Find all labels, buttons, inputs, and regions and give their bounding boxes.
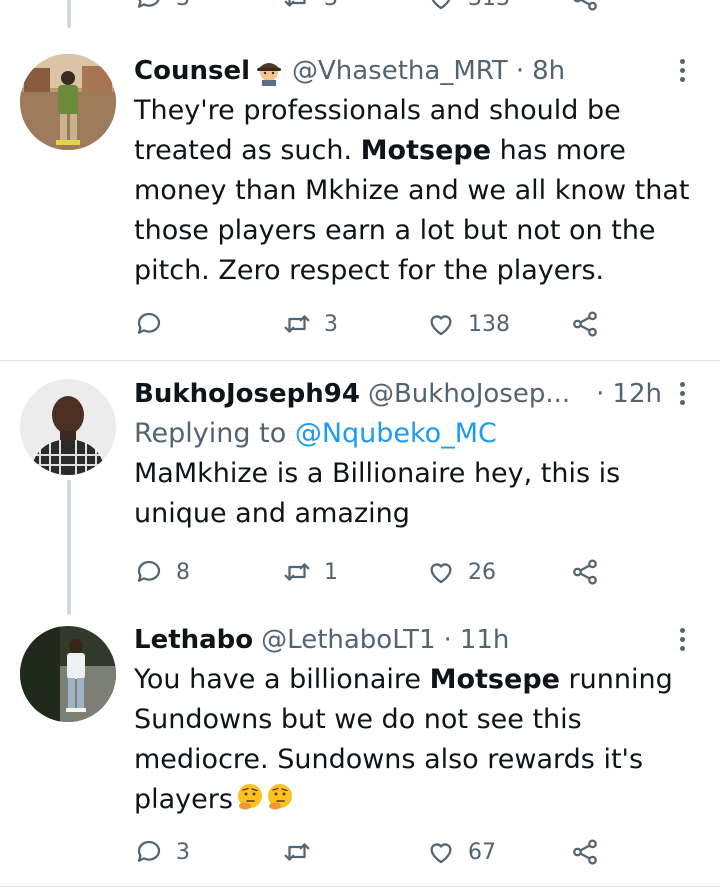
share-button[interactable] — [570, 832, 600, 872]
like-button[interactable]: 138 — [426, 304, 510, 344]
reply-count: 3 — [176, 839, 190, 865]
heart-icon — [430, 315, 452, 336]
share-button[interactable] — [570, 304, 600, 344]
more-options-button[interactable] — [674, 55, 690, 87]
avatar[interactable] — [20, 626, 116, 722]
heart-icon — [430, 563, 452, 584]
handle[interactable]: @Vhasetha_MRT — [292, 56, 508, 86]
detective-emoji — [256, 63, 281, 86]
share-icon — [573, 559, 597, 585]
thread-line-top — [67, 0, 71, 28]
share-icon — [573, 311, 597, 337]
retweet-count: 1 — [324, 559, 338, 585]
handle[interactable]: @LethaboLT1 — [261, 625, 435, 655]
action-bar: 3 138 — [134, 304, 614, 344]
timestamp[interactable]: 12h — [612, 379, 662, 409]
tweet-header: Lethabo @LethaboLT1 · 11h — [134, 620, 690, 660]
retweet-icon — [284, 0, 306, 7]
reply-button[interactable] — [134, 304, 176, 344]
retweet-button[interactable] — [282, 832, 324, 872]
divider — [0, 360, 720, 361]
heart-icon — [431, 0, 451, 10]
retweet-button[interactable]: 3 — [282, 304, 338, 344]
retweet-count: 3 — [324, 311, 338, 337]
display-name[interactable]: Lethabo — [134, 625, 253, 655]
timestamp[interactable]: 11h — [460, 625, 510, 655]
retweet-button[interactable]: 3 — [282, 0, 338, 18]
share-icon — [573, 0, 597, 11]
like-count: 67 — [468, 839, 496, 865]
tweet-text: MaMkhize is a Billionaire hey, this is u… — [134, 458, 621, 529]
reply-icon — [137, 840, 161, 862]
avatar[interactable] — [20, 379, 116, 475]
replying-to: Replying to @Nqubeko_MC — [134, 418, 497, 449]
reply-button[interactable]: 8 — [134, 552, 190, 592]
timestamp[interactable]: 8h — [532, 56, 565, 86]
display-name[interactable]: Counsel — [134, 56, 250, 86]
bold-mention: Motsepe — [429, 664, 560, 695]
more-options-button[interactable] — [674, 624, 690, 656]
share-icon — [573, 839, 597, 865]
replying-to-mention[interactable]: @Nqubeko_MC — [295, 418, 497, 449]
handle[interactable]: @BukhoJosep... — [368, 379, 570, 409]
reply-count: 3 — [176, 0, 190, 11]
avatar[interactable] — [20, 54, 116, 150]
thinking-face-emoji — [267, 784, 292, 810]
reply-button[interactable]: 3 — [134, 832, 190, 872]
retweet-button[interactable]: 1 — [282, 552, 338, 592]
action-bar: 8 1 26 — [134, 552, 614, 592]
retweet-icon — [284, 843, 310, 861]
thinking-face-emoji — [237, 784, 262, 810]
divider — [0, 886, 720, 887]
reply-icon — [137, 560, 161, 582]
heart-icon — [430, 843, 452, 864]
top-action-bar: 3 3 313 — [134, 0, 614, 18]
tweet-header: BukhoJoseph94 @BukhoJosep... · 12h — [134, 374, 690, 414]
share-button[interactable] — [570, 552, 600, 592]
tweet-text: You have a billionaire Motsepe running S… — [134, 664, 673, 815]
reply-count: 8 — [176, 559, 190, 585]
retweet-icon — [284, 563, 310, 581]
tweet-text: They're professionals and should be trea… — [134, 95, 690, 286]
like-count: 138 — [468, 311, 510, 337]
separator-dot: · — [443, 625, 452, 655]
reply-icon — [137, 312, 161, 334]
separator-dot: · — [515, 56, 525, 86]
more-options-button[interactable] — [674, 378, 690, 410]
like-count: 313 — [468, 0, 510, 11]
bold-mention: Motsepe — [360, 135, 492, 166]
like-button[interactable]: 26 — [426, 552, 496, 592]
thread-line-lower — [67, 480, 71, 615]
display-name[interactable]: BukhoJoseph94 — [134, 379, 360, 409]
separator-dot: · — [596, 379, 605, 409]
share-button[interactable] — [570, 0, 600, 18]
reply-icon — [137, 0, 160, 8]
tweet-header: Counsel @Vhasetha_MRT · 8h — [134, 51, 690, 91]
like-button[interactable]: 67 — [426, 832, 496, 872]
reply-button[interactable]: 3 — [134, 0, 190, 18]
retweet-count: 3 — [324, 0, 338, 11]
like-button[interactable]: 313 — [426, 0, 510, 18]
like-count: 26 — [468, 559, 496, 585]
retweet-icon — [284, 315, 310, 333]
action-bar: 3 67 — [134, 832, 614, 872]
